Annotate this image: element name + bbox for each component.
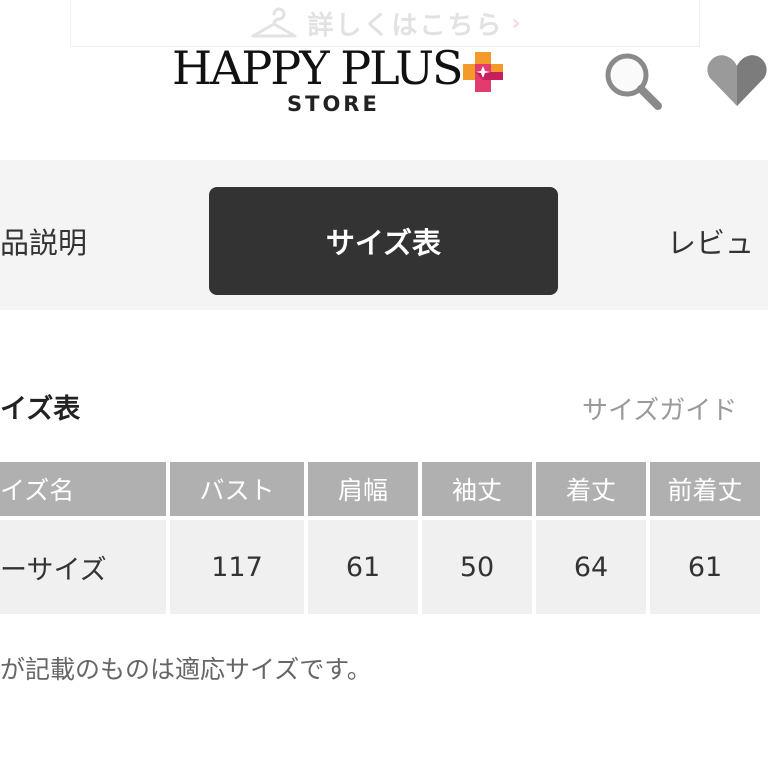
table-cell-size-name: ーサイズ — [0, 520, 166, 614]
size-note: が記載のものは適応サイズです。 — [0, 655, 372, 684]
info-banner[interactable]: 詳しくはこちら › — [70, 0, 700, 47]
table-header-shoulder: 肩幅 — [308, 462, 418, 516]
table-cell-bust: 117 — [170, 520, 304, 614]
table-header-sleeve: 袖丈 — [422, 462, 532, 516]
table-header-length: 着丈 — [536, 462, 646, 516]
table-header-bust: バスト — [170, 462, 304, 516]
chevron-right-icon: › — [511, 10, 521, 36]
table-header-size-name: イズ名 — [0, 462, 166, 516]
tab-reviews[interactable]: レビュ — [667, 188, 754, 294]
plus-logo-icon — [463, 52, 503, 92]
table-cell-length: 64 — [536, 520, 646, 614]
tab-bar: 品説明 サイズ表 レビュ — [0, 160, 768, 310]
section-title: イズ表 — [0, 394, 81, 425]
table-cell-sleeve: 50 — [422, 520, 532, 614]
size-guide-link[interactable]: サイズガイド — [582, 390, 737, 427]
tab-size-chart[interactable]: サイズ表 — [209, 187, 558, 295]
tab-product-description[interactable]: 品説明 — [0, 188, 87, 294]
table-header-front-length: 前着丈 — [650, 462, 760, 516]
hanger-icon — [251, 7, 297, 38]
logo-store-text: STORE — [287, 92, 380, 116]
heart-icon[interactable] — [706, 52, 768, 108]
logo-wordmark[interactable]: HAPPY PLUS — [172, 42, 463, 94]
table-cell-shoulder: 61 — [308, 520, 418, 614]
search-icon[interactable] — [600, 50, 666, 112]
banner-text: 詳しくはこちら — [307, 10, 504, 41]
table-cell-front-length: 61 — [650, 520, 760, 614]
